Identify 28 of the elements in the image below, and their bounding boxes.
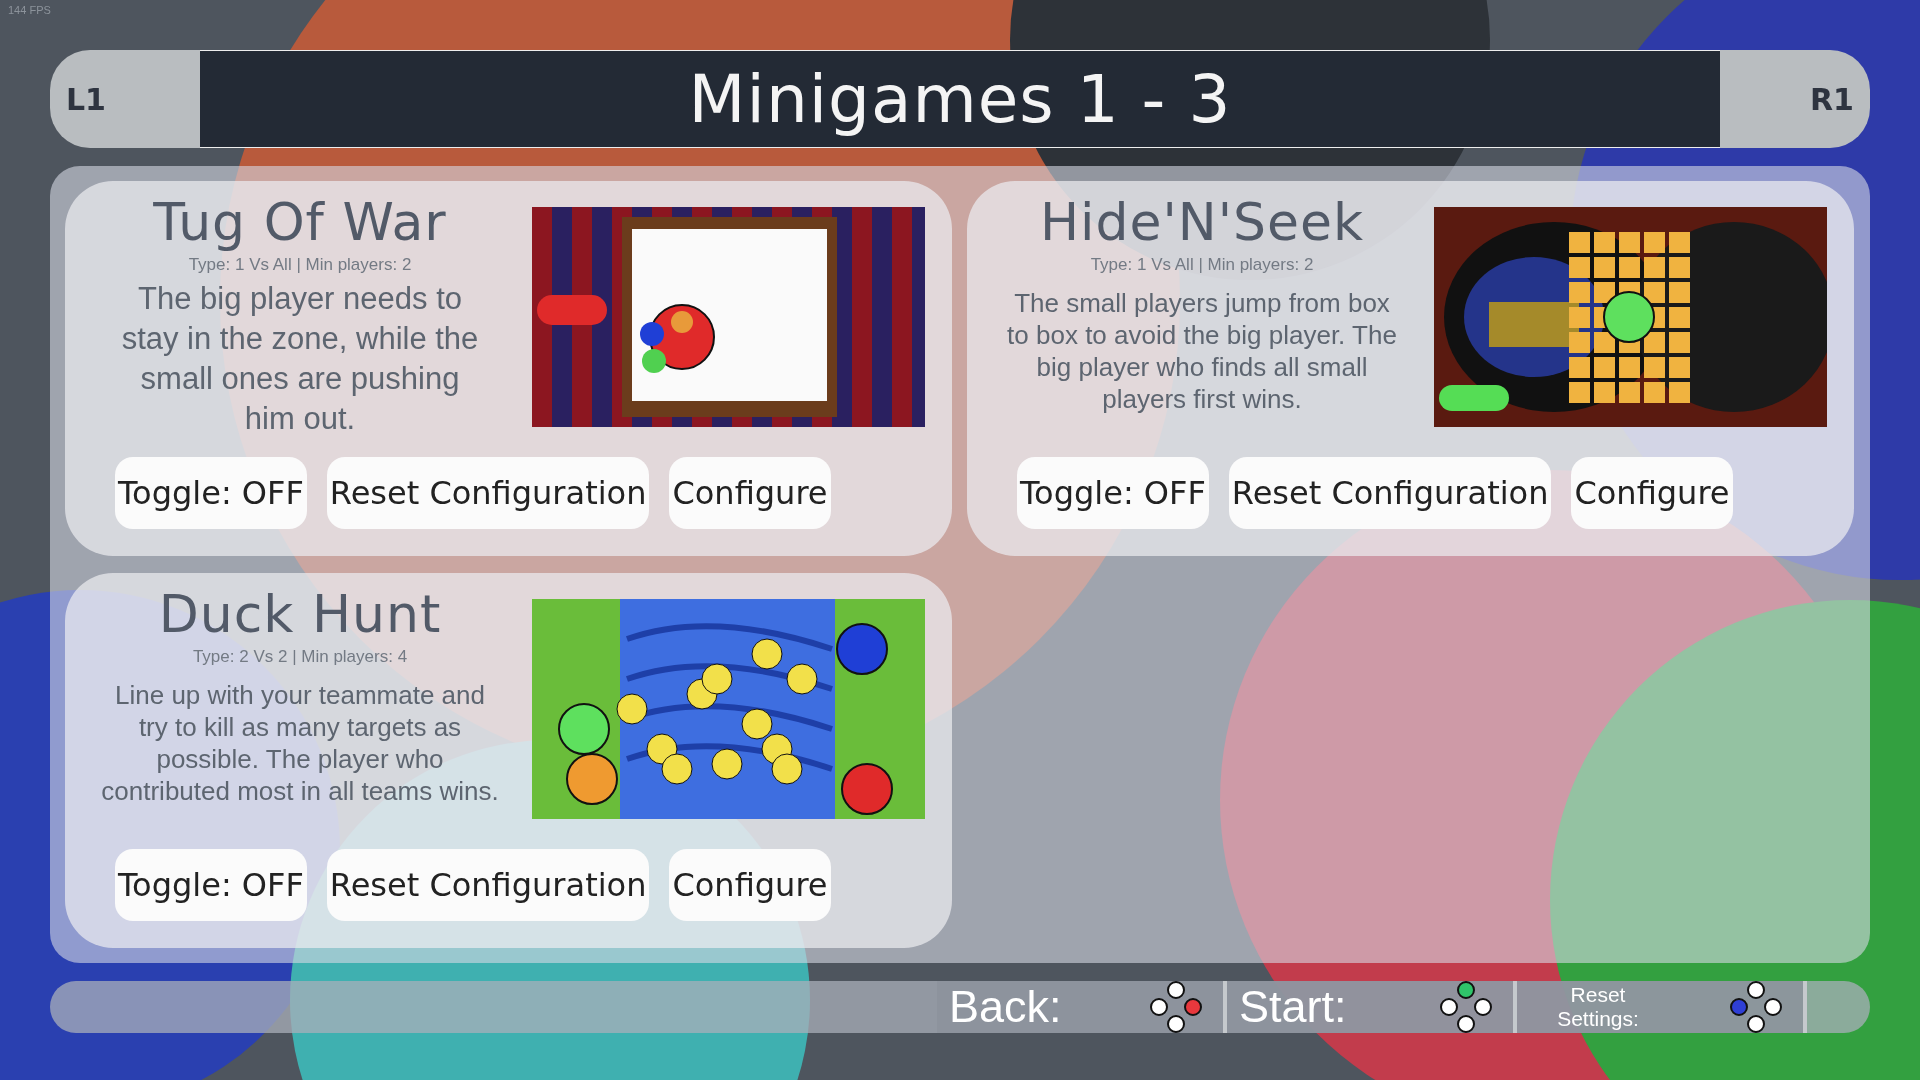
minigame-button[interactable]: Reset Configuration — [1228, 457, 1552, 529]
minigame-type: Type: 1 Vs All | Min players: 2 — [188, 255, 412, 275]
minigame-button[interactable]: Reset Configuration — [326, 457, 650, 529]
minigame-button[interactable]: Toggle: OFF — [115, 849, 307, 921]
minigame-button[interactable]: Configure — [1571, 457, 1733, 529]
minigame-button[interactable]: Reset Configuration — [326, 849, 650, 921]
page-title: Minigames 1 - 3 — [200, 50, 1720, 148]
gamepad-buttons-icon — [1729, 981, 1783, 1033]
minigame-description: The big player needs to stay in the zone, while the small ones are pushing him out. — [120, 280, 480, 438]
right-shoulder-label: R1 — [1809, 80, 1855, 119]
minigame-type: Type: 2 Vs 2 | Min players: 4 — [192, 647, 408, 667]
minigame-button[interactable]: Configure — [669, 457, 831, 529]
control-label: Back: — [949, 981, 1062, 1033]
minigame-description: The small players jump from box to box to avoid the big player. The big player who finds all small players first wins. — [1006, 287, 1398, 415]
control-label: Start: — [1239, 981, 1347, 1033]
gamepad-buttons-icon — [1439, 981, 1493, 1033]
minigame-type: Type: 1 Vs All | Min players: 2 — [1090, 255, 1314, 275]
minigame-button[interactable]: Toggle: OFF — [1017, 457, 1209, 529]
control-label: Reset Settings: — [1556, 983, 1640, 1031]
left-shoulder-label: L1 — [65, 80, 107, 119]
minigame-button[interactable]: Configure — [669, 849, 831, 921]
minigame-button[interactable]: Toggle: OFF — [115, 457, 307, 529]
minigame-title: Hide'N'Seek — [1039, 191, 1365, 253]
minigame-title: Tug Of War — [153, 191, 447, 253]
minigame-title: Duck Hunt — [158, 583, 442, 645]
fps-counter: 144 FPS — [8, 4, 51, 16]
gamepad-buttons-icon — [1149, 981, 1203, 1033]
minigame-description: Line up with your teammate and try to kill as many targets as possible. The player who contributed most in all teams wins. — [100, 679, 500, 807]
